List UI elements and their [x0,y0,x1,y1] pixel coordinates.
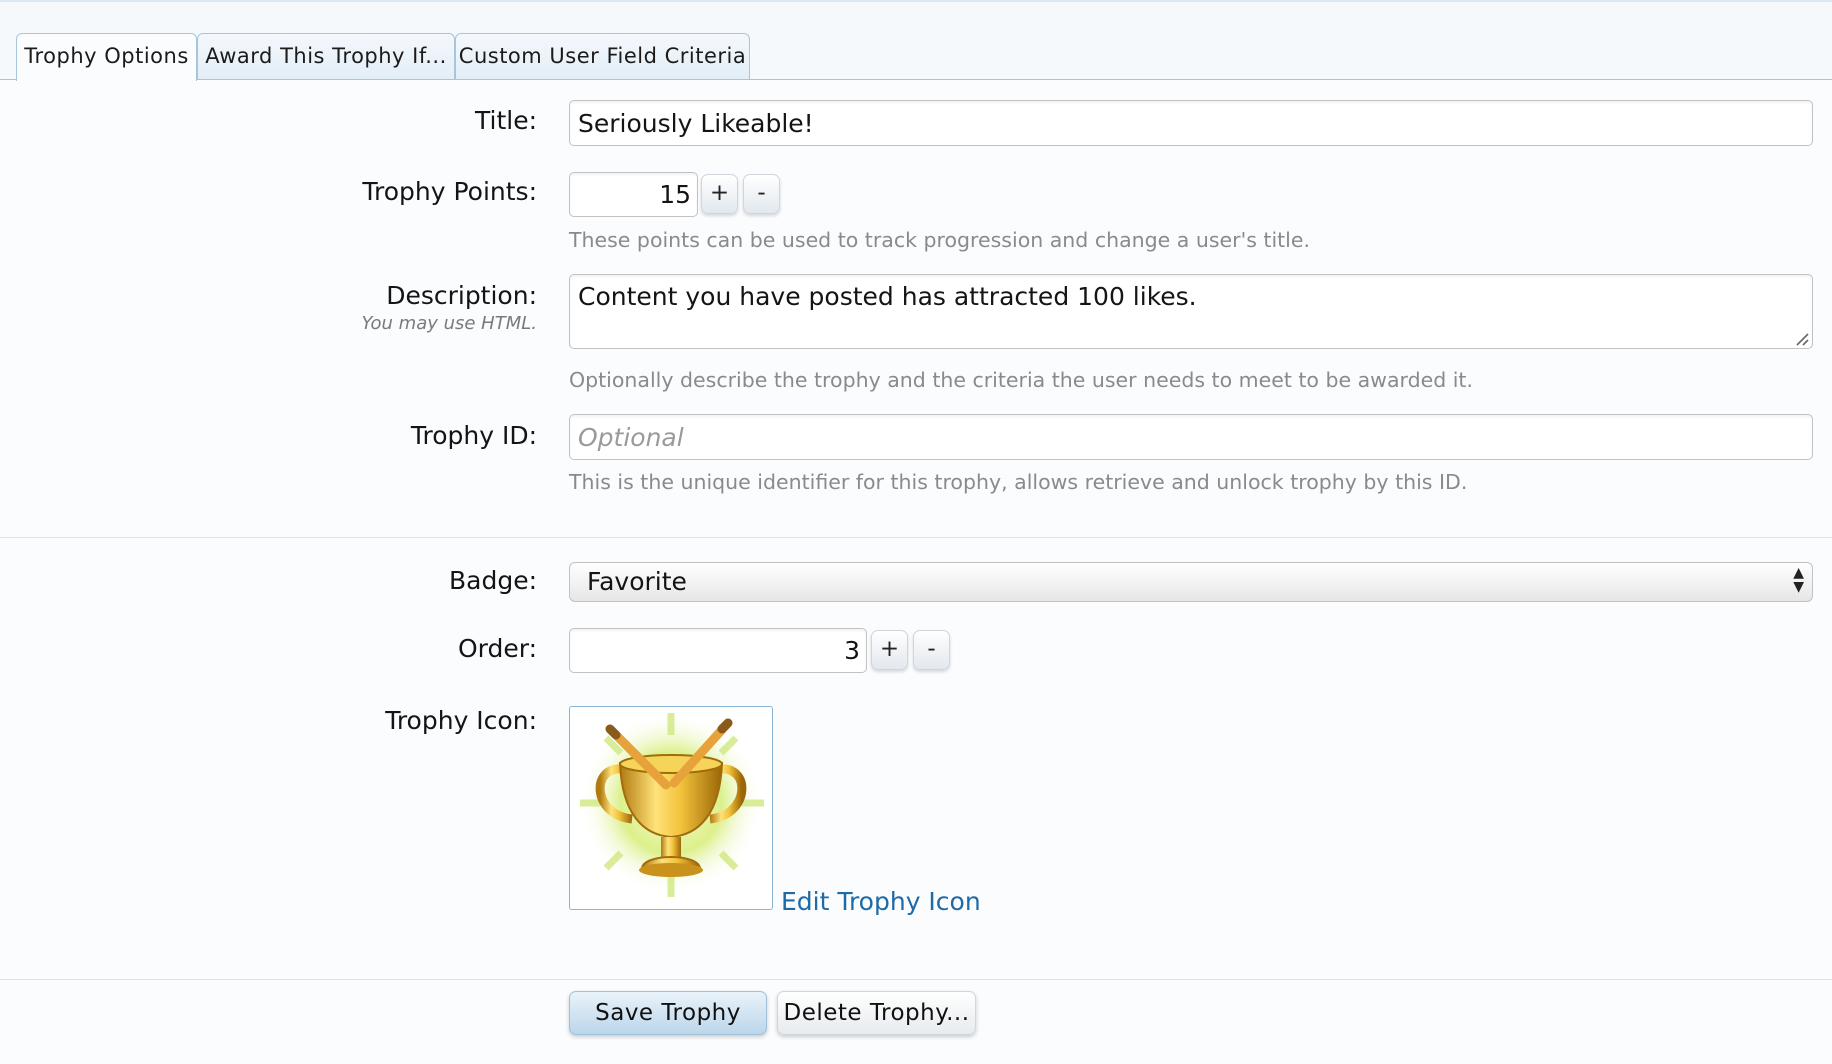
trophy-points-label: Trophy Points: [362,177,537,206]
tab-trophy-options[interactable]: Trophy Options [16,33,197,81]
description-hint: Optionally describe the trophy and the c… [569,368,1473,392]
order-input[interactable] [569,628,867,673]
trophy-icon-label: Trophy Icon: [385,706,537,735]
edit-trophy-icon-link[interactable]: Edit Trophy Icon [781,887,981,916]
badge-selected-value: Favorite [587,567,687,596]
tab-award-this-trophy-if[interactable]: Award This Trophy If... [197,33,455,79]
trophy-icon-preview [569,706,773,910]
description-html-note: You may use HTML. [361,313,538,334]
tab-bar: Trophy Options Award This Trophy If... C… [0,2,1832,81]
badge-select[interactable]: Favorite ▲ ▼ [569,562,1813,602]
trophy-points-increment-button[interactable]: + [701,174,738,214]
order-increment-button[interactable]: + [871,630,908,670]
delete-trophy-button[interactable]: Delete Trophy... [777,991,976,1035]
golden-trophy-icon [579,711,764,897]
section-divider [0,537,1832,538]
trophy-points-input[interactable] [569,172,698,217]
description-textarea[interactable]: Content you have posted has attracted 10… [569,274,1813,349]
order-decrement-button[interactable]: - [913,630,950,670]
title-label: Title: [475,106,537,135]
description-label: Description: [386,281,537,310]
badge-label: Badge: [448,566,537,595]
trophy-id-hint: This is the unique identifier for this t… [569,470,1468,494]
footer-divider [0,979,1832,980]
trophy-id-label: Trophy ID: [410,421,537,450]
trophy-points-hint: These points can be used to track progre… [569,228,1311,252]
title-input[interactable] [569,100,1813,146]
order-label: Order: [457,634,537,663]
tab-custom-user-field-criteria[interactable]: Custom User Field Criteria [455,33,750,79]
select-arrows-icon: ▲ ▼ [1793,565,1804,595]
resize-handle-icon[interactable] [1795,332,1809,346]
save-trophy-button[interactable]: Save Trophy [569,991,767,1035]
trophy-id-input[interactable] [569,414,1813,460]
trophy-points-decrement-button[interactable]: - [743,174,780,214]
